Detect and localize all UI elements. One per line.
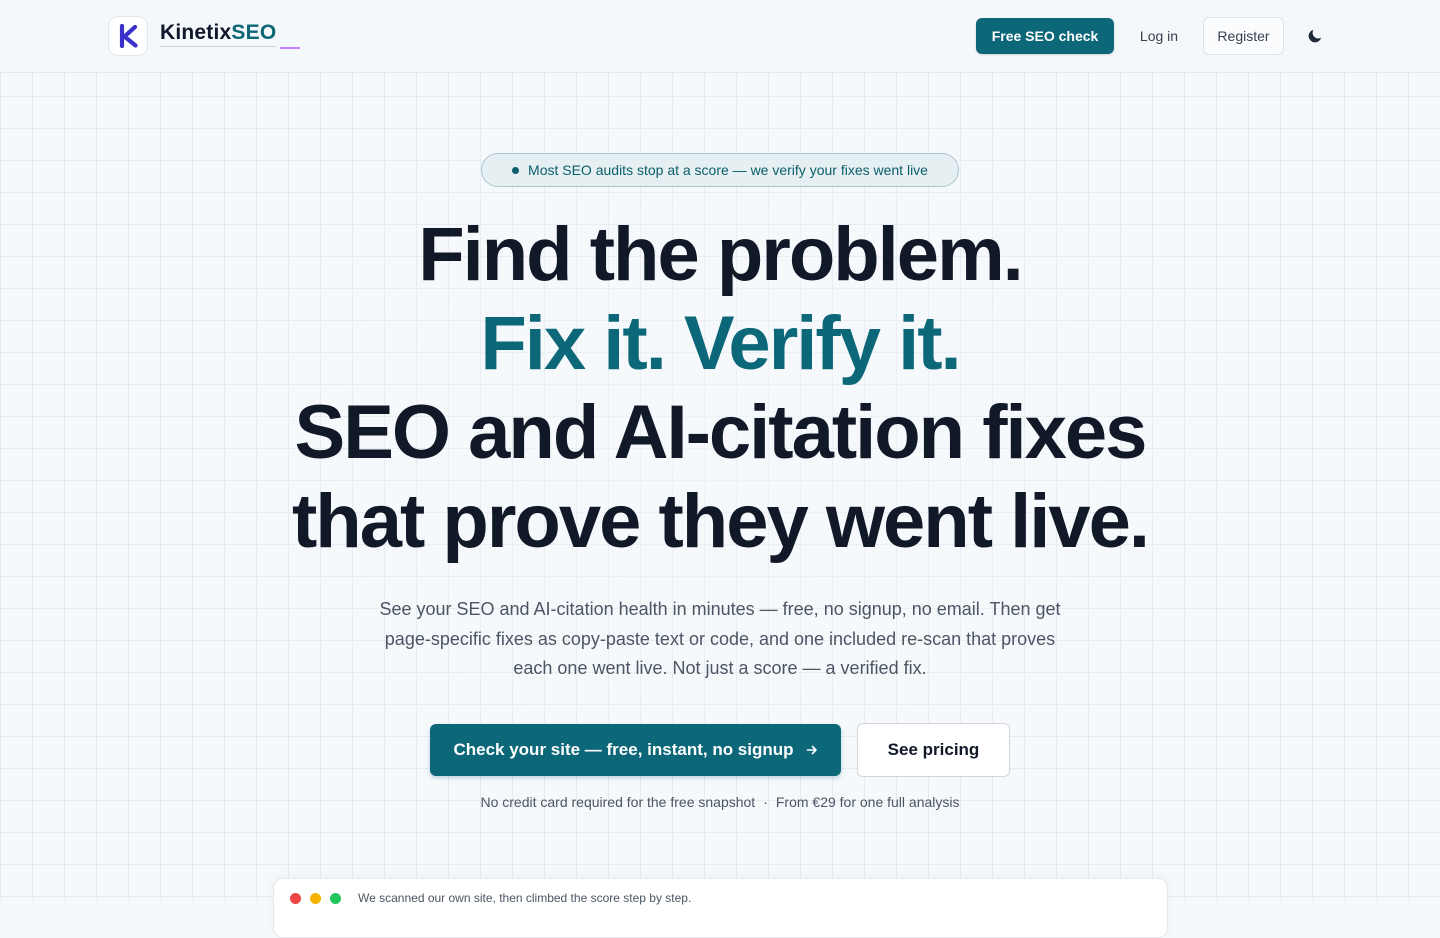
check-site-cta-button[interactable]: Check your site — free, instant, no sign… (430, 724, 841, 776)
announcement-badge: Most SEO audits stop at a score — we ver… (481, 153, 959, 187)
hero-headline: Find the problem. Fix it. Verify it. SEO… (0, 210, 1440, 566)
register-button[interactable]: Register (1203, 17, 1284, 55)
free-seo-check-button[interactable]: Free SEO check (976, 18, 1114, 54)
footnote-no-credit-card: No credit card required for the free sna… (480, 794, 756, 810)
window-maximize-dot-icon (330, 893, 341, 904)
headline-line-1: Find the problem. (418, 212, 1024, 297)
cta-footnote: No credit card required for the free sna… (0, 794, 1440, 810)
logo-wordmark: KinetixSEO (160, 20, 277, 47)
logo-cursor-underscore (280, 47, 301, 49)
headline-line-2-accent: Fix it. Verify it. (480, 301, 961, 386)
arrow-right-icon (806, 744, 818, 756)
site-header: KinetixSEO Free SEO check Log in Registe… (0, 0, 1440, 73)
logo-name-part1: Kinetix (160, 20, 232, 44)
score-preview-window: We scanned our own site, then climbed th… (273, 878, 1168, 938)
headline-line-3: SEO and AI-citation fixes (294, 390, 1148, 475)
logo-k-icon (108, 16, 148, 56)
login-link[interactable]: Log in (1128, 18, 1190, 54)
hero-subtext: See your SEO and AI-citation health in m… (379, 599, 1061, 678)
badge-dot-icon (512, 166, 520, 174)
window-close-dot-icon (290, 893, 301, 904)
see-pricing-button[interactable]: See pricing (857, 723, 1010, 777)
hero-section: Most SEO audits stop at a score — we ver… (0, 73, 1440, 938)
badge-text: Most SEO audits stop at a score — we ver… (528, 162, 928, 178)
check-site-cta-label: Check your site — free, instant, no sign… (453, 740, 794, 759)
logo-link[interactable]: KinetixSEO (108, 16, 301, 56)
logo-name-part2: SEO (231, 20, 277, 44)
footnote-separator: · (763, 794, 768, 810)
moon-icon (1308, 29, 1322, 43)
window-minimize-dot-icon (310, 893, 321, 904)
headline-line-4: that prove they went live. (292, 479, 1150, 564)
footnote-pricing: From €29 for one full analysis (775, 794, 960, 810)
theme-toggle-button[interactable] (1302, 23, 1328, 49)
preview-caption: We scanned our own site, then climbed th… (358, 891, 692, 905)
